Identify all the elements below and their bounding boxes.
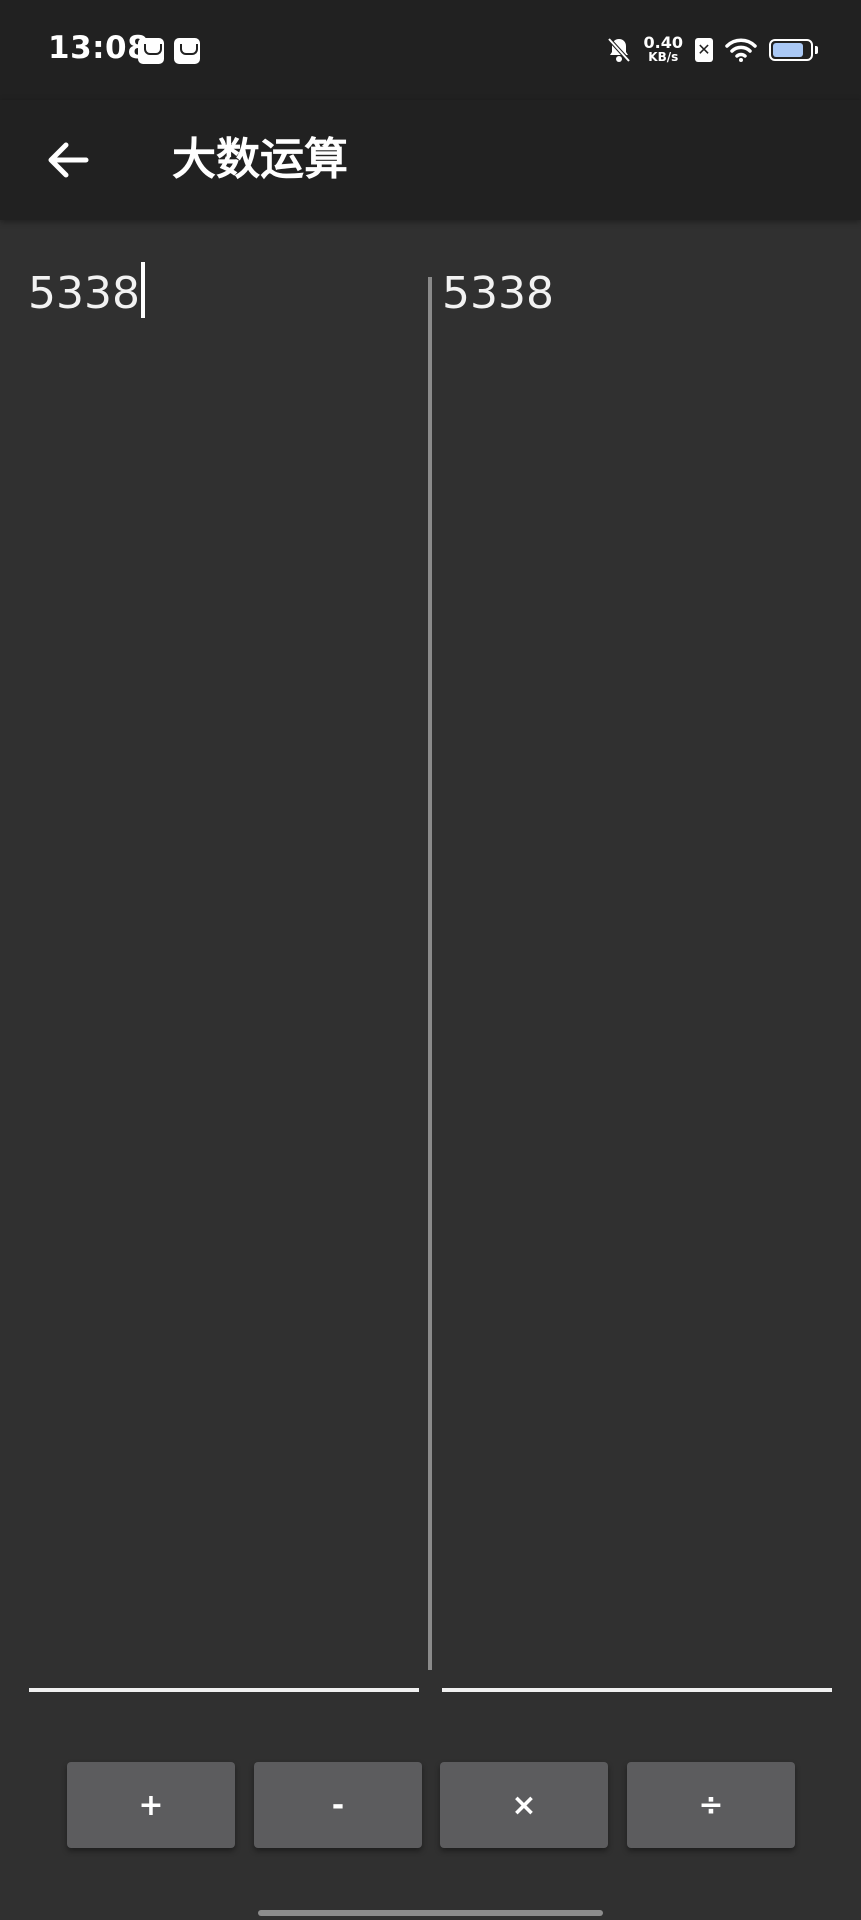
notification-app-icon [138, 38, 164, 64]
page-title: 大数运算 [172, 134, 348, 185]
left-number-input[interactable]: 5338 [28, 262, 145, 326]
add-button[interactable]: + [67, 1762, 235, 1848]
network-speed-value: 0.40 [643, 33, 683, 52]
network-speed-unit: KB/s [648, 50, 679, 64]
left-number-value: 5338 [28, 268, 140, 319]
status-icons: 0.40 KB/s ✕ [606, 30, 818, 70]
divide-button[interactable]: ÷ [627, 1762, 795, 1848]
wifi-icon [725, 38, 757, 62]
vertical-divider [428, 277, 432, 1670]
sim-missing-icon: ✕ [695, 38, 713, 62]
subtract-button[interactable]: - [254, 1762, 422, 1848]
right-number-value: 5338 [442, 268, 554, 319]
notification-mail-icon [174, 38, 200, 64]
left-input-underline [29, 1688, 419, 1692]
status-bar: 13:08 0.40 KB/s ✕ [0, 0, 861, 100]
text-cursor [140, 262, 145, 318]
battery-icon [769, 39, 818, 61]
app-bar: 大数运算 [0, 100, 861, 220]
right-input-underline [442, 1688, 832, 1692]
multiply-button[interactable]: × [440, 1762, 608, 1848]
battery-fill [773, 43, 803, 57]
home-indicator[interactable] [258, 1910, 603, 1916]
back-button[interactable] [36, 128, 100, 192]
network-speed: 0.40 KB/s [643, 33, 683, 65]
arrow-left-icon [48, 142, 89, 178]
bell-muted-icon [607, 37, 630, 63]
right-number-input[interactable]: 5338 [442, 262, 554, 326]
status-time: 13:08 [48, 30, 150, 66]
